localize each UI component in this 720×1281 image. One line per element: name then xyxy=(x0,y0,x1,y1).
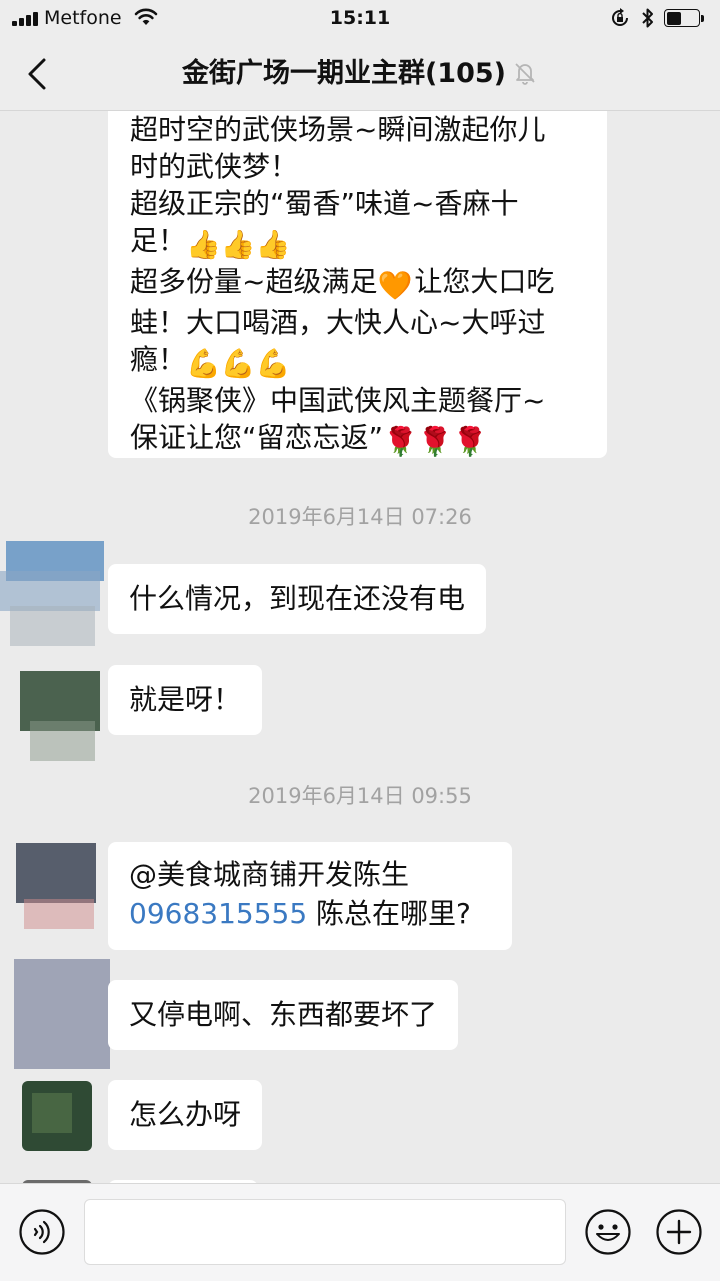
message-line: 《锅聚侠》中国武侠风主题餐厅~ xyxy=(130,384,546,417)
message-bubble[interactable]: 什么情况，到现在还没有电 xyxy=(108,564,487,634)
bell-off-icon xyxy=(515,63,535,85)
message-line: 超级正宗的“蜀香”味道~香麻十 xyxy=(130,187,519,220)
title-area: 金街广场一期业主群(105) xyxy=(0,38,720,110)
chat-area[interactable]: 超时空的武侠场景~瞬间激起你儿 时的武侠梦！ 超级正宗的“蜀香”味道~香麻十 足… xyxy=(0,111,720,1183)
message-bubble[interactable]: 怎么办呀 xyxy=(108,1080,263,1150)
chevron-left-icon[interactable] xyxy=(18,54,58,94)
message-line: 时的武侠梦！ xyxy=(130,150,299,183)
message-bubble[interactable]: @美食城商铺开发陈生 0968315555 陈总在哪里? xyxy=(108,842,512,950)
rotation-lock-icon xyxy=(612,8,628,26)
avatar[interactable] xyxy=(0,521,108,653)
message-bubble-promo[interactable]: 超时空的武侠场景~瞬间激起你儿 时的武侠梦！ 超级正宗的“蜀香”味道~香麻十 足… xyxy=(108,111,607,458)
battery-icon xyxy=(664,9,704,27)
message-line: 保证让您“留恋忘返”🌹🌹🌹 xyxy=(130,421,488,458)
avatar[interactable] xyxy=(20,661,102,771)
avatar[interactable] xyxy=(22,1081,92,1151)
message-bubble[interactable]: 又停电啊、东西都要坏了 xyxy=(108,980,459,1050)
message-line: 蛙！大口喝酒，大快人心~大呼过 xyxy=(130,306,546,339)
message-bubble[interactable]: 就是呀！ xyxy=(108,665,263,735)
message-input[interactable] xyxy=(84,1199,566,1265)
bluetooth-icon xyxy=(642,8,653,28)
timestamp: 2019年6月14日 07:26 xyxy=(248,505,472,529)
plus-icon[interactable] xyxy=(655,1208,703,1256)
message-line: 足！👍👍👍 xyxy=(130,224,291,261)
message-line: 瘾！💪💪💪 xyxy=(130,343,291,380)
voice-icon[interactable] xyxy=(18,1208,66,1256)
chat-title: 金街广场一期业主群(105) xyxy=(181,58,507,89)
input-bar xyxy=(0,1183,720,1281)
flexed-biceps-icon: 💪💪💪 xyxy=(186,347,291,380)
avatar[interactable] xyxy=(8,827,104,943)
message-line: 超多份量~超级满足🧡让您大口吃 xyxy=(130,265,555,302)
heart-icon: 🧡 xyxy=(377,269,413,302)
phone-link[interactable]: 0968315555 xyxy=(129,897,307,930)
rose-icon: 🌹🌹🌹 xyxy=(383,425,488,458)
timestamp: 2019年6月14日 09:55 xyxy=(248,784,472,808)
status-bar: Metfone 15:11 xyxy=(0,0,720,38)
navigation-bar: 金街广场一期业主群(105) xyxy=(0,38,720,111)
smiley-icon[interactable] xyxy=(584,1208,632,1256)
message-line: 超时空的武侠场景~瞬间激起你儿 xyxy=(130,113,546,146)
avatar[interactable] xyxy=(8,951,112,1077)
thumbs-up-icon: 👍👍👍 xyxy=(186,228,291,261)
mention[interactable]: @美食城商铺开发陈生 xyxy=(129,855,491,894)
